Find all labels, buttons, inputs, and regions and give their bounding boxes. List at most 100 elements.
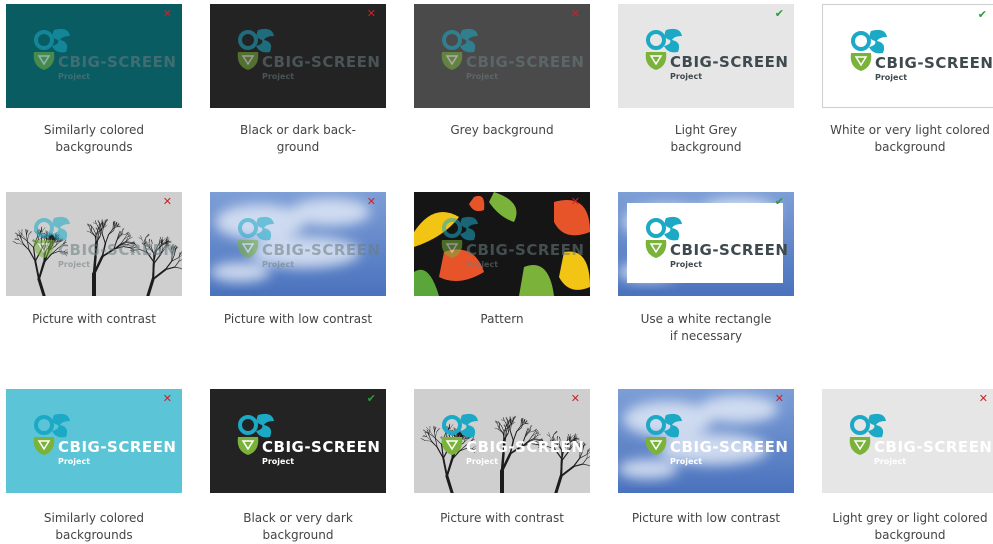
caption-light-grey: Light Grey background [613, 122, 799, 156]
check-icon: ✔ [774, 195, 784, 208]
logo-example-dark-2: CBIG-SCREEN Project ✔ [210, 389, 386, 493]
svg-text:Project: Project [670, 72, 702, 81]
cbig-screen-logo: CBIG-SCREEN Project [236, 214, 386, 274]
caption-light-grey-2: Light grey or light colored background [817, 510, 993, 544]
svg-text:Project: Project [466, 72, 498, 81]
caption-line: ground [276, 140, 320, 154]
caption-pattern: Pattern [409, 311, 595, 328]
logo-example-picture-contrast: CBIG-SCREEN Project ✕ [6, 192, 182, 296]
check-icon: ✔ [977, 8, 987, 21]
caption-line: Black or very dark [243, 511, 353, 525]
logo-example-light-grey: CBIG-SCREEN Project ✔ [618, 4, 794, 108]
svg-text:CBIG-SCREEN: CBIG-SCREEN [670, 53, 788, 71]
caption-line: Grey background [450, 123, 554, 137]
cbig-screen-logo: CBIG-SCREEN Project [440, 214, 590, 274]
svg-text:Project: Project [466, 260, 498, 269]
svg-text:Project: Project [875, 73, 907, 82]
cbig-screen-logo: CBIG-SCREEN Project [849, 27, 993, 87]
caption-grey: Grey background [409, 122, 595, 139]
cross-icon: ✕ [570, 7, 580, 20]
cross-icon: ✕ [162, 7, 172, 20]
caption-similarly-colored-2: Similarly colored backgrounds [1, 510, 187, 544]
cbig-screen-logo: CBIG-SCREEN Project [440, 411, 590, 471]
cbig-screen-logo: CBIG-SCREEN Project [236, 411, 386, 471]
cross-icon: ✕ [978, 392, 988, 405]
cross-icon: ✕ [570, 195, 580, 208]
cross-icon: ✕ [774, 392, 784, 405]
caption-line: backgrounds [55, 140, 133, 154]
caption-line: background [874, 528, 946, 542]
caption-line: Picture with low contrast [223, 312, 373, 326]
svg-text:CBIG-SCREEN: CBIG-SCREEN [670, 438, 788, 456]
caption-line: Black or dark back- [240, 123, 356, 137]
caption-line: background [262, 528, 334, 542]
caption-similarly-colored: Similarly colored backgrounds [1, 122, 187, 156]
cross-icon: ✕ [162, 392, 172, 405]
svg-text:Project: Project [874, 457, 906, 466]
cbig-screen-logo: CBIG-SCREEN Project [32, 26, 182, 86]
svg-text:CBIG-SCREEN: CBIG-SCREEN [58, 438, 176, 456]
cbig-screen-logo: CBIG-SCREEN Project [440, 26, 590, 86]
logo-example-picture-low-contrast: CBIG-SCREEN Project ✕ [210, 192, 386, 296]
cbig-screen-logo: CBIG-SCREEN Project [848, 411, 993, 471]
logo-example-dark: CBIG-SCREEN Project ✕ [210, 4, 386, 108]
cross-icon: ✕ [366, 7, 376, 20]
caption-line: Picture with contrast [440, 511, 564, 525]
cross-icon: ✕ [570, 392, 580, 405]
svg-text:CBIG-SCREEN: CBIG-SCREEN [874, 438, 992, 456]
svg-text:CBIG-SCREEN: CBIG-SCREEN [262, 438, 380, 456]
svg-text:CBIG-SCREEN: CBIG-SCREEN [58, 53, 176, 71]
caption-line: Light Grey [674, 123, 738, 137]
caption-line: background [670, 140, 742, 154]
caption-line: Picture with low contrast [631, 511, 781, 525]
logo-example-picture-low-contrast-2: CBIG-SCREEN Project ✕ [618, 389, 794, 493]
svg-text:CBIG-SCREEN: CBIG-SCREEN [875, 54, 993, 72]
caption-white: White or very light colored background [817, 122, 993, 156]
cross-icon: ✕ [366, 195, 376, 208]
logo-example-grey: CBIG-SCREEN Project ✕ [414, 4, 590, 108]
caption-white-rectangle: Use a white rectangle if necessary [613, 311, 799, 345]
check-icon: ✔ [774, 7, 784, 20]
caption-line: background [874, 140, 946, 154]
logo-example-white: CBIG-SCREEN Project ✔ [822, 4, 993, 108]
logo-example-similarly-colored: CBIG-SCREEN Project ✕ [6, 4, 182, 108]
caption-line: White or very light colored [830, 123, 990, 137]
caption-dark: Black or dark back-ground [205, 122, 391, 156]
caption-line: Similarly colored [43, 123, 145, 137]
svg-text:Project: Project [58, 260, 90, 269]
cbig-screen-logo: CBIG-SCREEN Project [644, 214, 794, 274]
cross-icon: ✕ [162, 195, 172, 208]
svg-text:Project: Project [262, 72, 294, 81]
cbig-screen-logo: CBIG-SCREEN Project [32, 214, 182, 274]
svg-text:CBIG-SCREEN: CBIG-SCREEN [466, 438, 584, 456]
svg-text:Project: Project [58, 72, 90, 81]
caption-dark-2: Black or very dark background [205, 510, 391, 544]
svg-text:CBIG-SCREEN: CBIG-SCREEN [58, 241, 176, 259]
logo-example-picture-contrast-2: CBIG-SCREEN Project ✕ [414, 389, 590, 493]
cbig-screen-logo: CBIG-SCREEN Project [644, 411, 794, 471]
svg-text:Project: Project [262, 260, 294, 269]
caption-picture-contrast-2: Picture with contrast [409, 510, 595, 527]
svg-text:Project: Project [670, 260, 702, 269]
logo-example-pattern: CBIG-SCREEN Project ✕ [414, 192, 590, 296]
caption-line: Light grey or light colored [832, 511, 988, 525]
svg-text:CBIG-SCREEN: CBIG-SCREEN [262, 241, 380, 259]
svg-text:Project: Project [466, 457, 498, 466]
caption-picture-low-contrast-2: Picture with low contrast [613, 510, 799, 527]
caption-picture-low-contrast: Picture with low contrast [205, 311, 391, 328]
caption-line: backgrounds [55, 528, 133, 542]
caption-line: Pattern [480, 312, 524, 326]
svg-text:Project: Project [670, 457, 702, 466]
svg-text:Project: Project [58, 457, 90, 466]
svg-text:CBIG-SCREEN: CBIG-SCREEN [466, 241, 584, 259]
caption-line: Use a white rectangle [640, 312, 772, 326]
svg-text:CBIG-SCREEN: CBIG-SCREEN [466, 53, 584, 71]
check-icon: ✔ [366, 392, 376, 405]
svg-text:CBIG-SCREEN: CBIG-SCREEN [670, 241, 788, 259]
caption-picture-contrast: Picture with contrast [1, 311, 187, 328]
logo-example-white-rectangle: CBIG-SCREEN Project ✔ [618, 192, 794, 296]
logo-example-light-grey-2: CBIG-SCREEN Project ✕ [822, 389, 993, 493]
caption-line: Picture with contrast [32, 312, 156, 326]
cbig-screen-logo: CBIG-SCREEN Project [236, 26, 386, 86]
logo-example-similarly-colored-2: CBIG-SCREEN Project ✕ [6, 389, 182, 493]
